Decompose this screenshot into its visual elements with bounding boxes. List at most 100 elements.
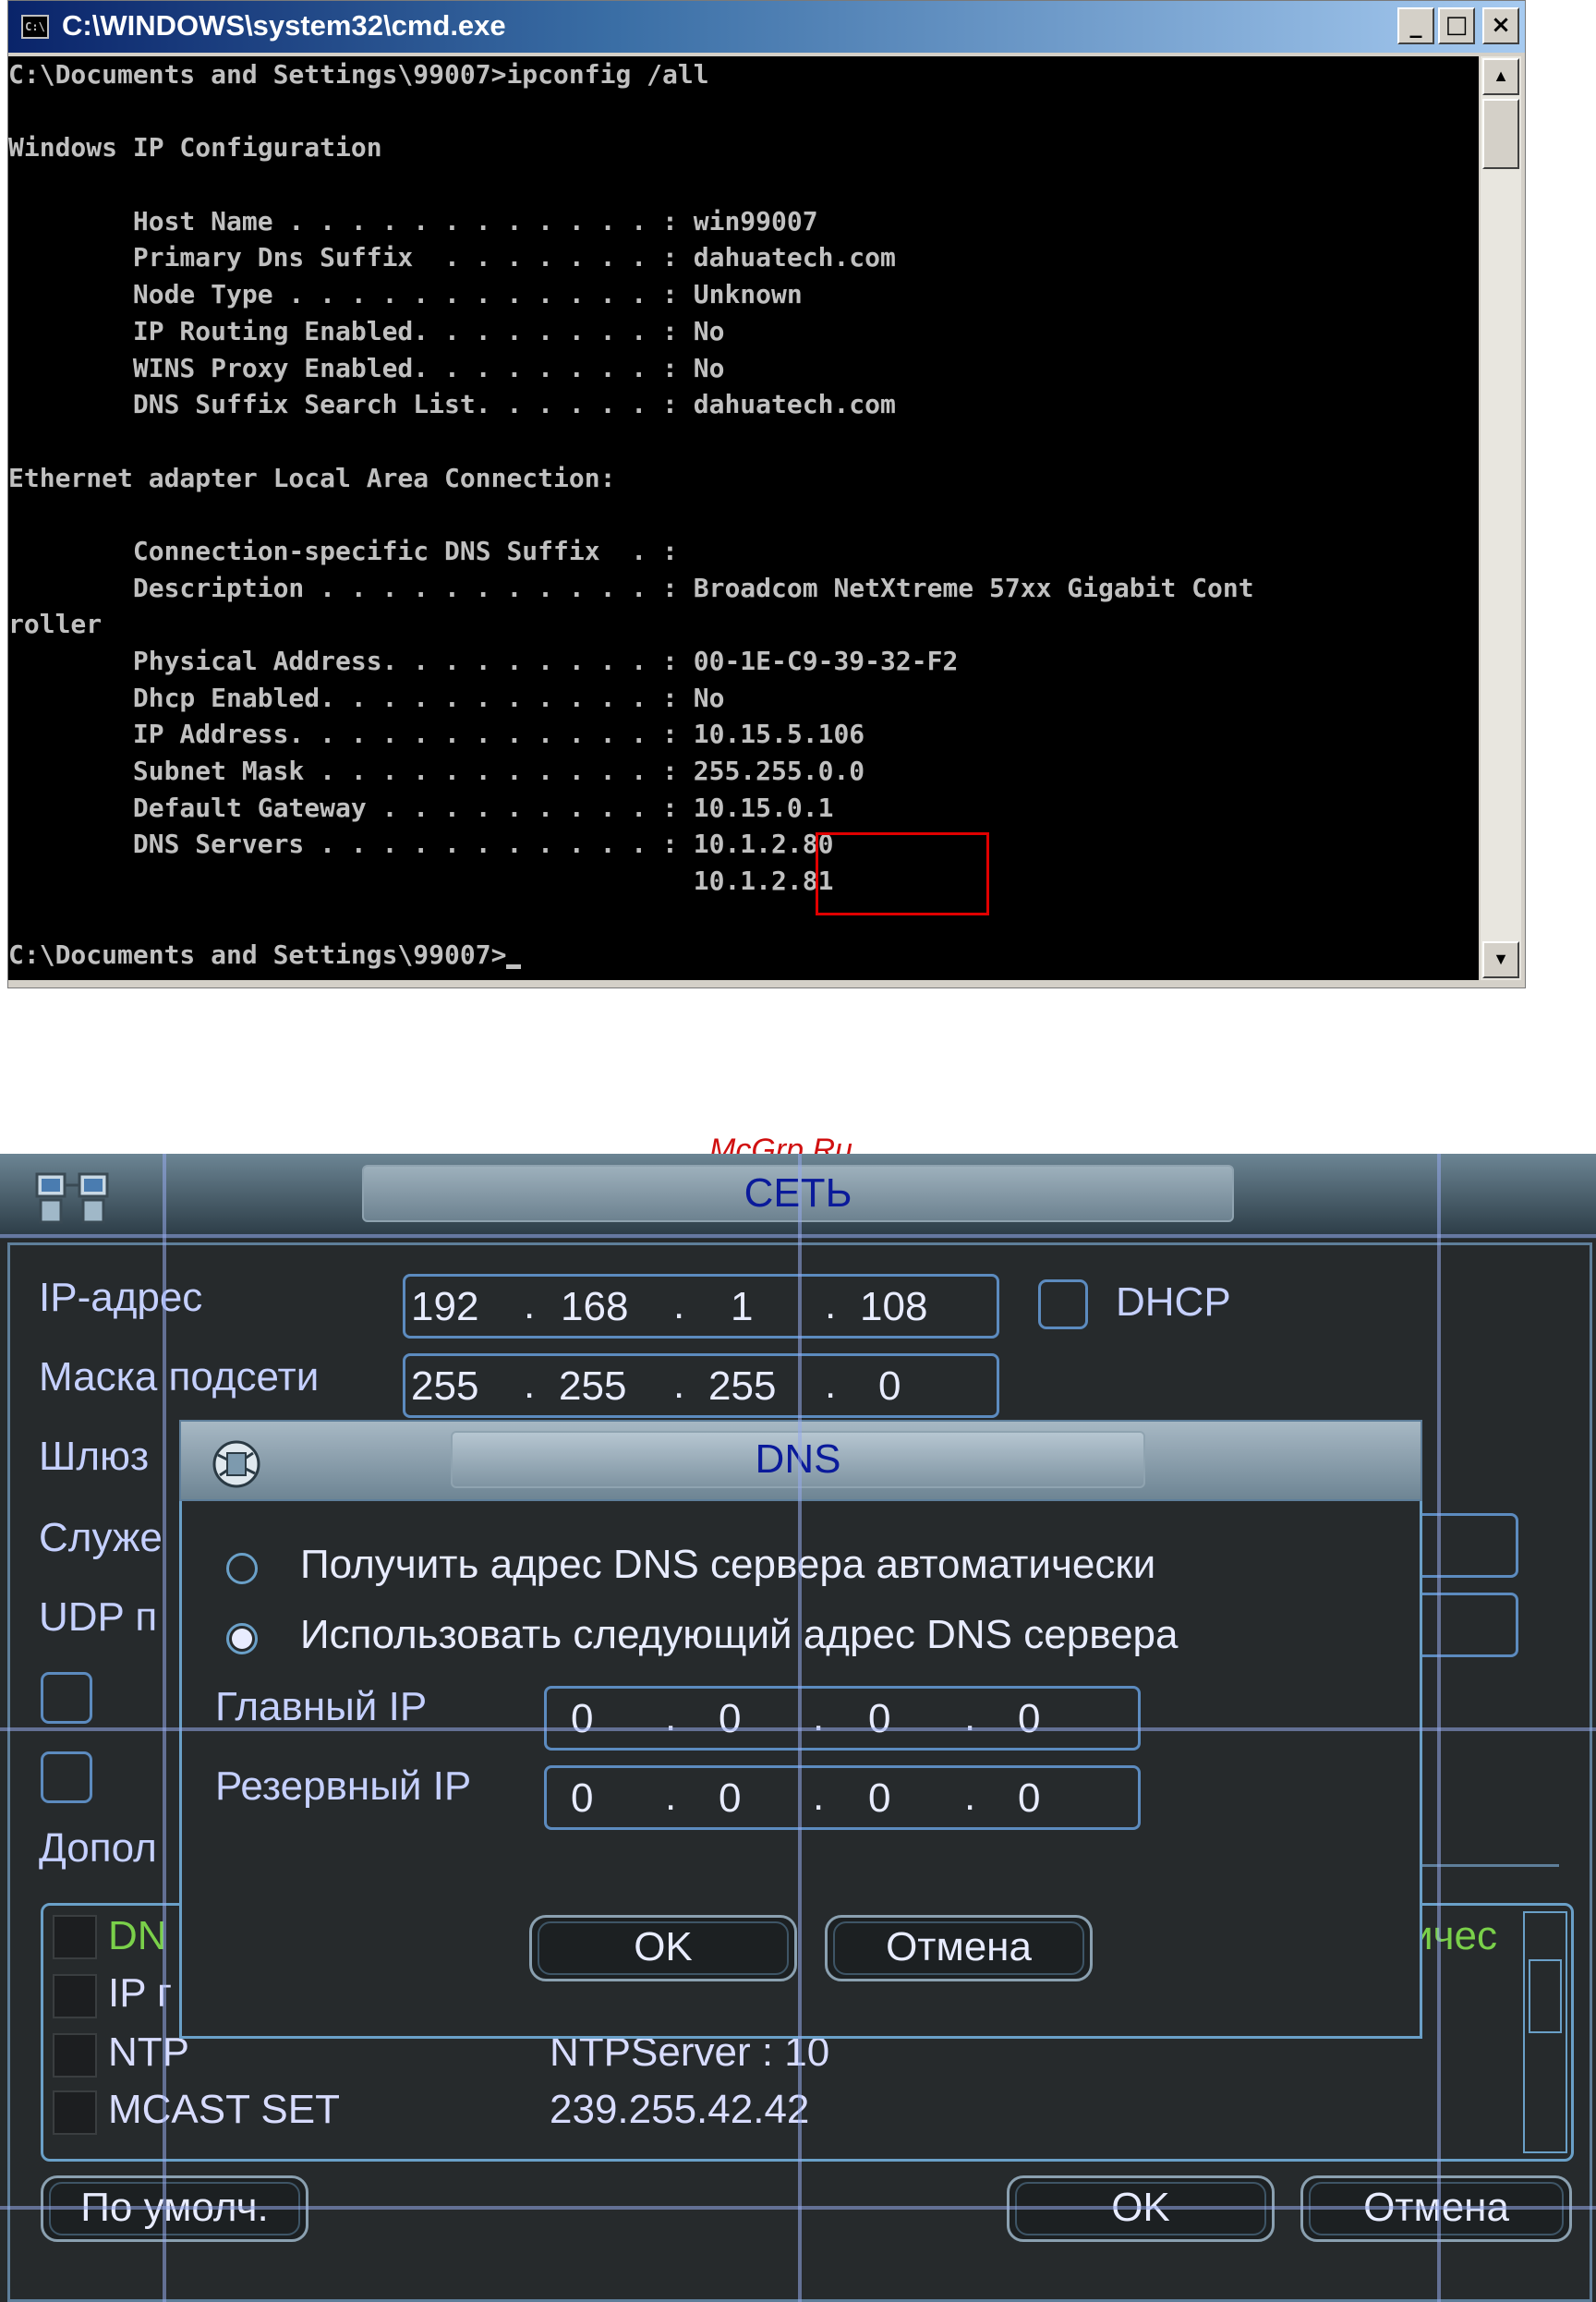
minimize-button[interactable]: _ bbox=[1397, 7, 1434, 44]
list-row-name[interactable]: NTP bbox=[108, 2029, 189, 2076]
console-line: Node Type . . . . . . . . . . . . : Unkn… bbox=[8, 279, 803, 310]
network-computers-icon bbox=[35, 1172, 109, 1224]
primary-ip-label: Главный IP bbox=[215, 1684, 428, 1729]
manual-dns-label[interactable]: Использовать следующий адрес DNS сервера bbox=[300, 1612, 1179, 1658]
ip-dot: . bbox=[524, 1282, 536, 1327]
ip-dot: . bbox=[665, 1694, 677, 1739]
console-line: Connection-specific DNS Suffix . : bbox=[8, 535, 678, 566]
console-line: Description . . . . . . . . . . . : Broa… bbox=[8, 572, 1254, 603]
service-label: Служе bbox=[39, 1515, 163, 1560]
cmd-titlebar[interactable]: C:\ C:\WINDOWS\system32\cmd.exe _ □ × bbox=[8, 1, 1525, 53]
ip-address-label: IP-адрес bbox=[39, 1275, 203, 1320]
primary-dns-field[interactable]: 0 . 0 . 0 . 0 bbox=[544, 1686, 1141, 1751]
ip-dot: . bbox=[813, 1694, 825, 1739]
console-line: Primary Dns Suffix . . . . . . . : dahua… bbox=[8, 242, 896, 273]
console-line: Default Gateway . . . . . . . . . : 10.1… bbox=[8, 792, 834, 823]
primary-dns-octet-1[interactable]: 0 bbox=[571, 1696, 593, 1742]
subnet-mask-label: Маска подсети bbox=[39, 1354, 320, 1399]
guide-line bbox=[0, 2206, 1596, 2210]
list-scrollbar[interactable] bbox=[1523, 1911, 1567, 2153]
cmd-window: C:\ C:\WINDOWS\system32\cmd.exe _ □ × C:… bbox=[7, 0, 1526, 988]
scrollbar-thumb[interactable] bbox=[1482, 99, 1519, 169]
dhcp-checkbox[interactable] bbox=[1038, 1279, 1088, 1329]
subnet-mask-field[interactable]: 255 . 255 . 255 . 0 bbox=[403, 1353, 999, 1418]
scroll-down-arrow-icon[interactable]: ▼ bbox=[1482, 941, 1519, 978]
option-checkbox-1[interactable] bbox=[41, 1672, 92, 1724]
mask-dot: . bbox=[524, 1362, 536, 1407]
dns-servers-highlight-box bbox=[816, 832, 989, 915]
primary-dns-octet-4[interactable]: 0 bbox=[1018, 1696, 1040, 1742]
ip-octet-3[interactable]: 1 bbox=[731, 1284, 753, 1330]
gateway-label: Шлюз bbox=[39, 1434, 150, 1479]
console-line: roller bbox=[8, 609, 103, 640]
console-line: WINS Proxy Enabled. . . . . . . . : No bbox=[8, 352, 725, 383]
list-row-checkbox[interactable] bbox=[53, 1974, 97, 2018]
maximize-button[interactable]: □ bbox=[1438, 7, 1475, 44]
ip-dot: . bbox=[813, 1774, 825, 1819]
ip-dot: . bbox=[964, 1694, 976, 1739]
console-line: Dhcp Enabled. . . . . . . . . . . : No bbox=[8, 682, 725, 713]
secondary-dns-octet-4[interactable]: 0 bbox=[1018, 1775, 1040, 1822]
console-line: C:\Documents and Settings\99007> bbox=[8, 937, 1479, 974]
close-button[interactable]: × bbox=[1482, 7, 1519, 44]
text-cursor bbox=[506, 963, 522, 969]
auto-dns-radio[interactable] bbox=[226, 1553, 258, 1584]
auto-dns-label[interactable]: Получить адрес DNS сервера автоматически bbox=[300, 1542, 1155, 1588]
console-line: Ethernet adapter Local Area Connection: bbox=[8, 462, 616, 493]
list-row-checkbox[interactable] bbox=[53, 2090, 97, 2135]
secondary-dns-field[interactable]: 0 . 0 . 0 . 0 bbox=[544, 1765, 1141, 1830]
scroll-up-arrow-icon[interactable]: ▲ bbox=[1482, 58, 1519, 95]
list-row-checkbox[interactable] bbox=[53, 2033, 97, 2078]
mask-octet-3[interactable]: 255 bbox=[708, 1363, 776, 1410]
list-row-value: 239.255.42.42 bbox=[550, 2087, 810, 2132]
mask-octet-1[interactable]: 255 bbox=[411, 1363, 478, 1410]
list-row-checkbox[interactable] bbox=[53, 1915, 97, 1959]
console-line: Subnet Mask . . . . . . . . . . . : 255.… bbox=[8, 756, 865, 787]
console-line: Physical Address. . . . . . . . . : 00-1… bbox=[8, 646, 959, 676]
list-scrollbar-thumb[interactable] bbox=[1529, 1959, 1562, 2033]
list-row-name[interactable]: MCAST SET bbox=[108, 2087, 340, 2133]
list-row-name[interactable]: DN bbox=[108, 1913, 167, 1959]
ip-octet-2[interactable]: 168 bbox=[561, 1284, 628, 1330]
ip-dot: . bbox=[964, 1774, 976, 1819]
console-line: C:\Documents and Settings\99007>ipconfig… bbox=[8, 59, 709, 90]
guide-line bbox=[0, 1234, 1596, 1238]
console-line: Windows IP Configuration bbox=[8, 132, 382, 164]
ip-address-field[interactable]: 192 . 168 . 1 . 108 bbox=[403, 1274, 999, 1339]
secondary-dns-octet-3[interactable]: 0 bbox=[868, 1775, 890, 1822]
primary-dns-octet-3[interactable]: 0 bbox=[868, 1696, 890, 1742]
console-line: IP Address. . . . . . . . . . . . : 10.1… bbox=[8, 719, 865, 750]
ip-octet-1[interactable]: 192 bbox=[411, 1284, 478, 1330]
console-line: DNS Servers . . . . . . . . . . . : 10.1… bbox=[8, 829, 834, 860]
network-globe-icon bbox=[212, 1440, 260, 1488]
secondary-ip-label: Резервный IP bbox=[215, 1763, 472, 1809]
console-icon[interactable]: C:\ bbox=[21, 15, 49, 39]
advanced-divider bbox=[1422, 1864, 1559, 1867]
list-row-value: ичес bbox=[1410, 1913, 1497, 1958]
option-checkbox-2[interactable] bbox=[41, 1751, 92, 1803]
console-line: IP Routing Enabled. . . . . . . . : No bbox=[8, 315, 725, 346]
dns-ok-button[interactable]: OK bbox=[529, 1915, 797, 1981]
secondary-dns-octet-1[interactable]: 0 bbox=[571, 1775, 593, 1822]
primary-dns-octet-2[interactable]: 0 bbox=[719, 1696, 741, 1742]
mask-dot: . bbox=[673, 1362, 685, 1407]
console-line: DNS Suffix Search List. . . . . . : dahu… bbox=[8, 389, 896, 420]
vertical-scrollbar[interactable]: ▲ ▼ bbox=[1481, 56, 1521, 980]
mask-dot: . bbox=[825, 1362, 837, 1407]
manual-dns-radio[interactable] bbox=[226, 1623, 258, 1654]
ip-octet-4[interactable]: 108 bbox=[860, 1284, 927, 1330]
dns-cancel-button[interactable]: Отмена bbox=[825, 1915, 1093, 1981]
console-output[interactable]: C:\Documents and Settings\99007>ipconfig… bbox=[8, 56, 1479, 980]
mask-octet-2[interactable]: 255 bbox=[559, 1363, 626, 1410]
ip-dot: . bbox=[665, 1774, 677, 1819]
advanced-label: Допол bbox=[39, 1825, 157, 1871]
mask-octet-4[interactable]: 0 bbox=[878, 1363, 901, 1410]
secondary-dns-octet-2[interactable]: 0 bbox=[719, 1775, 741, 1822]
udp-label: UDP п bbox=[39, 1594, 158, 1640]
cmd-title: C:\WINDOWS\system32\cmd.exe bbox=[62, 9, 506, 42]
